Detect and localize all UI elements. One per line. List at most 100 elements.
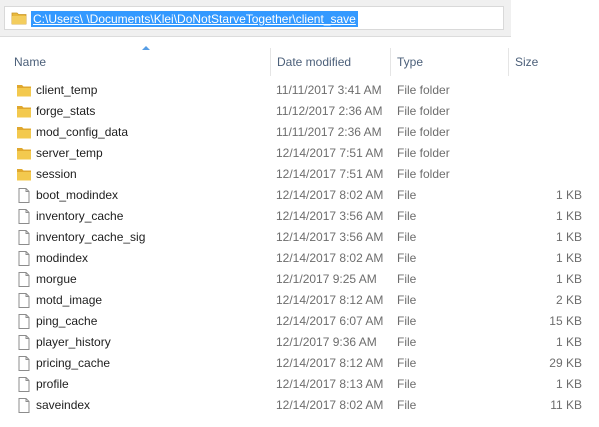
item-name: session — [36, 167, 77, 181]
folder-icon — [16, 83, 32, 98]
item-name: boot_modindex — [36, 188, 119, 202]
item-name: profile — [36, 377, 69, 391]
item-date-modified: 11/11/2017 2:36 AM — [276, 125, 382, 139]
item-type: File — [397, 188, 417, 202]
folder-icon — [11, 12, 27, 25]
item-date-modified: 12/1/2017 9:36 AM — [276, 335, 377, 349]
file-icon — [16, 335, 32, 350]
item-name: forge_stats — [36, 104, 96, 118]
column-header-date[interactable]: Date modified — [271, 48, 391, 76]
item-date-modified: 12/14/2017 7:51 AM — [276, 167, 384, 181]
item-name: client_temp — [36, 83, 98, 97]
item-type: File folder — [397, 125, 450, 139]
item-size: 1 KB — [555, 251, 582, 265]
list-item[interactable]: forge_stats 11/12/2017 2:36 AM File folder — [0, 101, 599, 122]
item-type: File — [397, 293, 417, 307]
item-type: File — [397, 209, 417, 223]
file-list: client_temp 11/11/2017 3:41 AM File folder… — [0, 80, 599, 416]
list-item[interactable]: morgue 12/1/2017 9:25 AM File 1 KB — [0, 269, 599, 290]
file-icon — [16, 377, 32, 392]
item-date-modified: 12/14/2017 7:51 AM — [276, 146, 384, 160]
item-date-modified: 12/1/2017 9:25 AM — [276, 272, 377, 286]
column-header-size[interactable]: Size — [509, 48, 599, 76]
item-type: File folder — [397, 167, 450, 181]
folder-icon — [16, 104, 32, 119]
list-item[interactable]: boot_modindex 12/14/2017 8:02 AM File 1 KB — [0, 185, 599, 206]
file-icon — [16, 272, 32, 287]
item-name: player_history — [36, 335, 111, 349]
item-date-modified: 12/14/2017 3:56 AM — [276, 209, 384, 223]
item-size: 1 KB — [555, 188, 582, 202]
column-header-name[interactable]: Name — [8, 46, 271, 76]
item-size: 15 KB — [549, 314, 582, 328]
item-date-modified: 11/11/2017 3:41 AM — [276, 83, 382, 97]
list-item[interactable]: modindex 12/14/2017 8:02 AM File 1 KB — [0, 248, 599, 269]
file-icon — [16, 251, 32, 266]
item-name: inventory_cache — [36, 209, 124, 223]
folder-icon — [16, 125, 32, 140]
item-size: 1 KB — [555, 272, 582, 286]
file-icon — [16, 209, 32, 224]
file-icon — [16, 398, 32, 413]
item-type: File — [397, 335, 417, 349]
item-date-modified: 12/14/2017 8:02 AM — [276, 188, 384, 202]
item-type: File — [397, 356, 417, 370]
column-type-label: Type — [397, 55, 424, 69]
item-name: morgue — [36, 272, 77, 286]
list-item[interactable]: mod_config_data 11/11/2017 2:36 AM File fo… — [0, 122, 599, 143]
item-date-modified: 12/14/2017 8:02 AM — [276, 398, 384, 412]
address-bar: C:\Users\ \Documents\Klei\DoNotStarveTog… — [0, 0, 511, 37]
sort-ascending-icon — [142, 46, 150, 50]
folder-icon — [16, 146, 32, 161]
item-name: mod_config_data — [36, 125, 129, 139]
item-size: 1 KB — [555, 209, 582, 223]
item-type: File — [397, 398, 417, 412]
item-date-modified: 12/14/2017 8:12 AM — [276, 356, 384, 370]
item-name: modindex — [36, 251, 89, 265]
file-icon — [16, 293, 32, 308]
list-item[interactable]: player_history 12/1/2017 9:36 AM File 1 KB — [0, 332, 599, 353]
item-date-modified: 11/12/2017 2:36 AM — [276, 104, 383, 118]
column-size-label: Size — [515, 55, 539, 69]
item-size: 11 KB — [550, 398, 582, 412]
file-icon — [16, 356, 32, 371]
list-item[interactable]: session 12/14/2017 7:51 AM File folder — [0, 164, 599, 185]
list-item[interactable]: inventory_cache_sig 12/14/2017 3:56 AM Fil… — [0, 227, 599, 248]
item-type: File — [397, 377, 417, 391]
column-header-type[interactable]: Type — [391, 48, 509, 76]
item-name: saveindex — [36, 398, 91, 412]
item-name: inventory_cache_sig — [36, 230, 146, 244]
column-header-row: Name Date modified Type Size — [0, 46, 599, 76]
item-type: File — [397, 230, 417, 244]
column-date-label: Date modified — [277, 55, 352, 69]
item-size: 1 KB — [555, 335, 582, 349]
list-item[interactable]: saveindex 12/14/2017 8:02 AM File 11 KB — [0, 395, 599, 416]
list-item[interactable]: ping_cache 12/14/2017 6:07 AM File 15 KB — [0, 311, 599, 332]
item-name: pricing_cache — [36, 356, 111, 370]
item-date-modified: 12/14/2017 3:56 AM — [276, 230, 384, 244]
item-type: File — [397, 314, 417, 328]
item-type: File folder — [397, 104, 450, 118]
address-field[interactable]: C:\Users\ \Documents\Klei\DoNotStarveTog… — [4, 6, 504, 30]
list-item[interactable]: server_temp 12/14/2017 7:51 AM File folder — [0, 143, 599, 164]
file-icon — [16, 230, 32, 245]
item-date-modified: 12/14/2017 6:07 AM — [276, 314, 384, 328]
item-name: ping_cache — [36, 314, 98, 328]
item-type: File — [397, 251, 417, 265]
file-icon — [16, 314, 32, 329]
item-date-modified: 12/14/2017 8:13 AM — [276, 377, 384, 391]
item-date-modified: 12/14/2017 8:02 AM — [276, 251, 384, 265]
list-item[interactable]: inventory_cache 12/14/2017 3:56 AM File 1 K… — [0, 206, 599, 227]
folder-icon — [16, 167, 32, 182]
file-icon — [16, 188, 32, 203]
item-type: File folder — [397, 146, 450, 160]
list-item[interactable]: client_temp 11/11/2017 3:41 AM File folder — [0, 80, 599, 101]
item-date-modified: 12/14/2017 8:12 AM — [276, 293, 384, 307]
item-size: 1 KB — [555, 377, 582, 391]
list-item[interactable]: profile 12/14/2017 8:13 AM File 1 KB — [0, 374, 599, 395]
list-item[interactable]: pricing_cache 12/14/2017 8:12 AM File 29 KB — [0, 353, 599, 374]
item-size: 1 KB — [555, 230, 582, 244]
item-size: 29 KB — [549, 356, 582, 370]
list-item[interactable]: motd_image 12/14/2017 8:12 AM File 2 KB — [0, 290, 599, 311]
address-path-text[interactable]: C:\Users\ \Documents\Klei\DoNotStarveTog… — [31, 11, 358, 27]
